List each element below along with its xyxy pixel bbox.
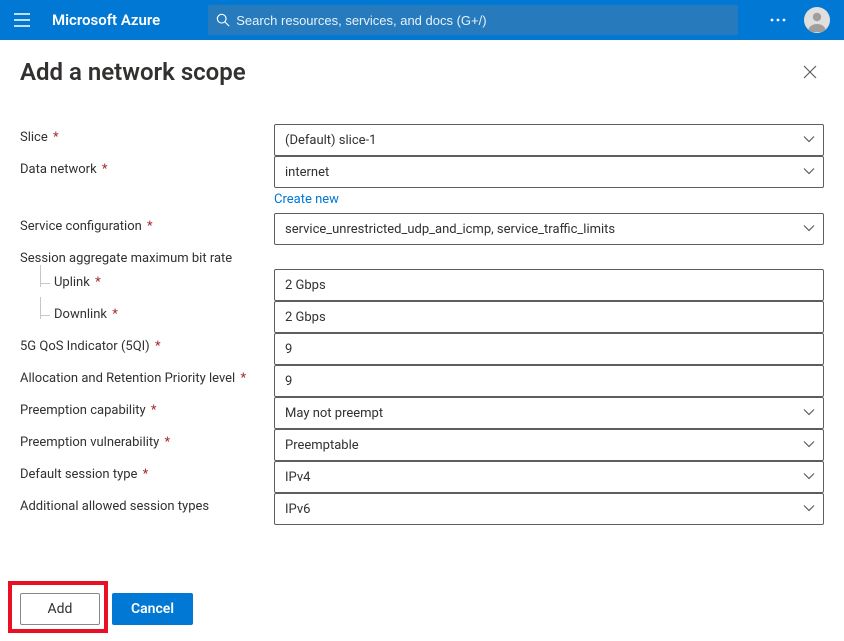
close-icon [803, 65, 817, 79]
session-aggregate-heading: Session aggregate maximum bit rate [20, 247, 824, 269]
arp-level-label: Allocation and Retention Priority level … [20, 365, 268, 397]
hamburger-button[interactable] [0, 0, 44, 40]
footer: Add Cancel [0, 579, 844, 641]
qos-5qi-value: 9 [285, 342, 292, 357]
chevron-down-icon [803, 441, 815, 449]
preempt-vuln-label: Preemption vulnerability * [20, 429, 268, 461]
form: Slice * (Default) slice-1 Data network *… [20, 124, 824, 525]
additional-session-types-value: IPv6 [285, 502, 310, 517]
topbar-right [766, 7, 844, 33]
chevron-down-icon [803, 225, 815, 233]
data-network-value: internet [285, 165, 329, 180]
default-session-type-select[interactable]: IPv4 [274, 461, 824, 493]
search-wrap [208, 5, 738, 35]
slice-select[interactable]: (Default) slice-1 [274, 124, 824, 156]
page-title: Add a network scope [20, 58, 246, 86]
uplink-value: 2 Gbps [285, 278, 326, 293]
add-button[interactable]: Add [20, 593, 100, 625]
brand-label: Microsoft Azure [52, 11, 160, 29]
qos-5qi-label: 5G QoS Indicator (5QI) * [20, 333, 268, 365]
panel: Add a network scope Slice * (Default) sl… [0, 40, 844, 525]
chevron-down-icon [803, 473, 815, 481]
downlink-value: 2 Gbps [285, 310, 326, 325]
arp-level-input[interactable]: 9 [274, 365, 824, 397]
preempt-vuln-value: Preemptable [285, 438, 359, 453]
default-session-type-value: IPv4 [285, 470, 310, 485]
person-icon [804, 7, 830, 33]
chevron-down-icon [803, 168, 815, 176]
ellipsis-icon [770, 18, 786, 22]
arp-level-value: 9 [285, 374, 292, 389]
downlink-label: Downlink * [20, 301, 268, 333]
chevron-down-icon [803, 505, 815, 513]
search-box[interactable] [208, 5, 738, 35]
slice-value: (Default) slice-1 [285, 133, 376, 148]
chevron-down-icon [803, 409, 815, 417]
preempt-vuln-select[interactable]: Preemptable [274, 429, 824, 461]
default-session-type-label: Default session type * [20, 461, 268, 493]
cancel-button[interactable]: Cancel [112, 593, 193, 625]
data-network-select[interactable]: internet [274, 156, 824, 188]
uplink-input[interactable]: 2 Gbps [274, 269, 824, 301]
more-button[interactable] [766, 8, 790, 32]
service-config-value: service_unrestricted_udp_and_icmp, servi… [285, 222, 615, 237]
downlink-input[interactable]: 2 Gbps [274, 301, 824, 333]
close-button[interactable] [796, 58, 824, 86]
chevron-down-icon [803, 136, 815, 144]
additional-session-types-label: Additional allowed session types [20, 493, 268, 525]
avatar[interactable] [804, 7, 830, 33]
hamburger-icon [14, 13, 30, 27]
qos-5qi-input[interactable]: 9 [274, 333, 824, 365]
uplink-label: Uplink * [20, 269, 268, 301]
preempt-cap-select[interactable]: May not preempt [274, 397, 824, 429]
data-network-label: Data network * [20, 156, 268, 188]
slice-label: Slice * [20, 124, 268, 156]
preempt-cap-label: Preemption capability * [20, 397, 268, 429]
service-config-label: Service configuration * [20, 213, 268, 245]
topbar: Microsoft Azure [0, 0, 844, 40]
search-input[interactable] [236, 13, 730, 28]
panel-head: Add a network scope [20, 58, 824, 86]
additional-session-types-select[interactable]: IPv6 [274, 493, 824, 525]
service-config-select[interactable]: service_unrestricted_udp_and_icmp, servi… [274, 213, 824, 245]
search-icon [216, 13, 230, 27]
create-new-link[interactable]: Create new [274, 192, 339, 207]
preempt-cap-value: May not preempt [285, 406, 383, 421]
